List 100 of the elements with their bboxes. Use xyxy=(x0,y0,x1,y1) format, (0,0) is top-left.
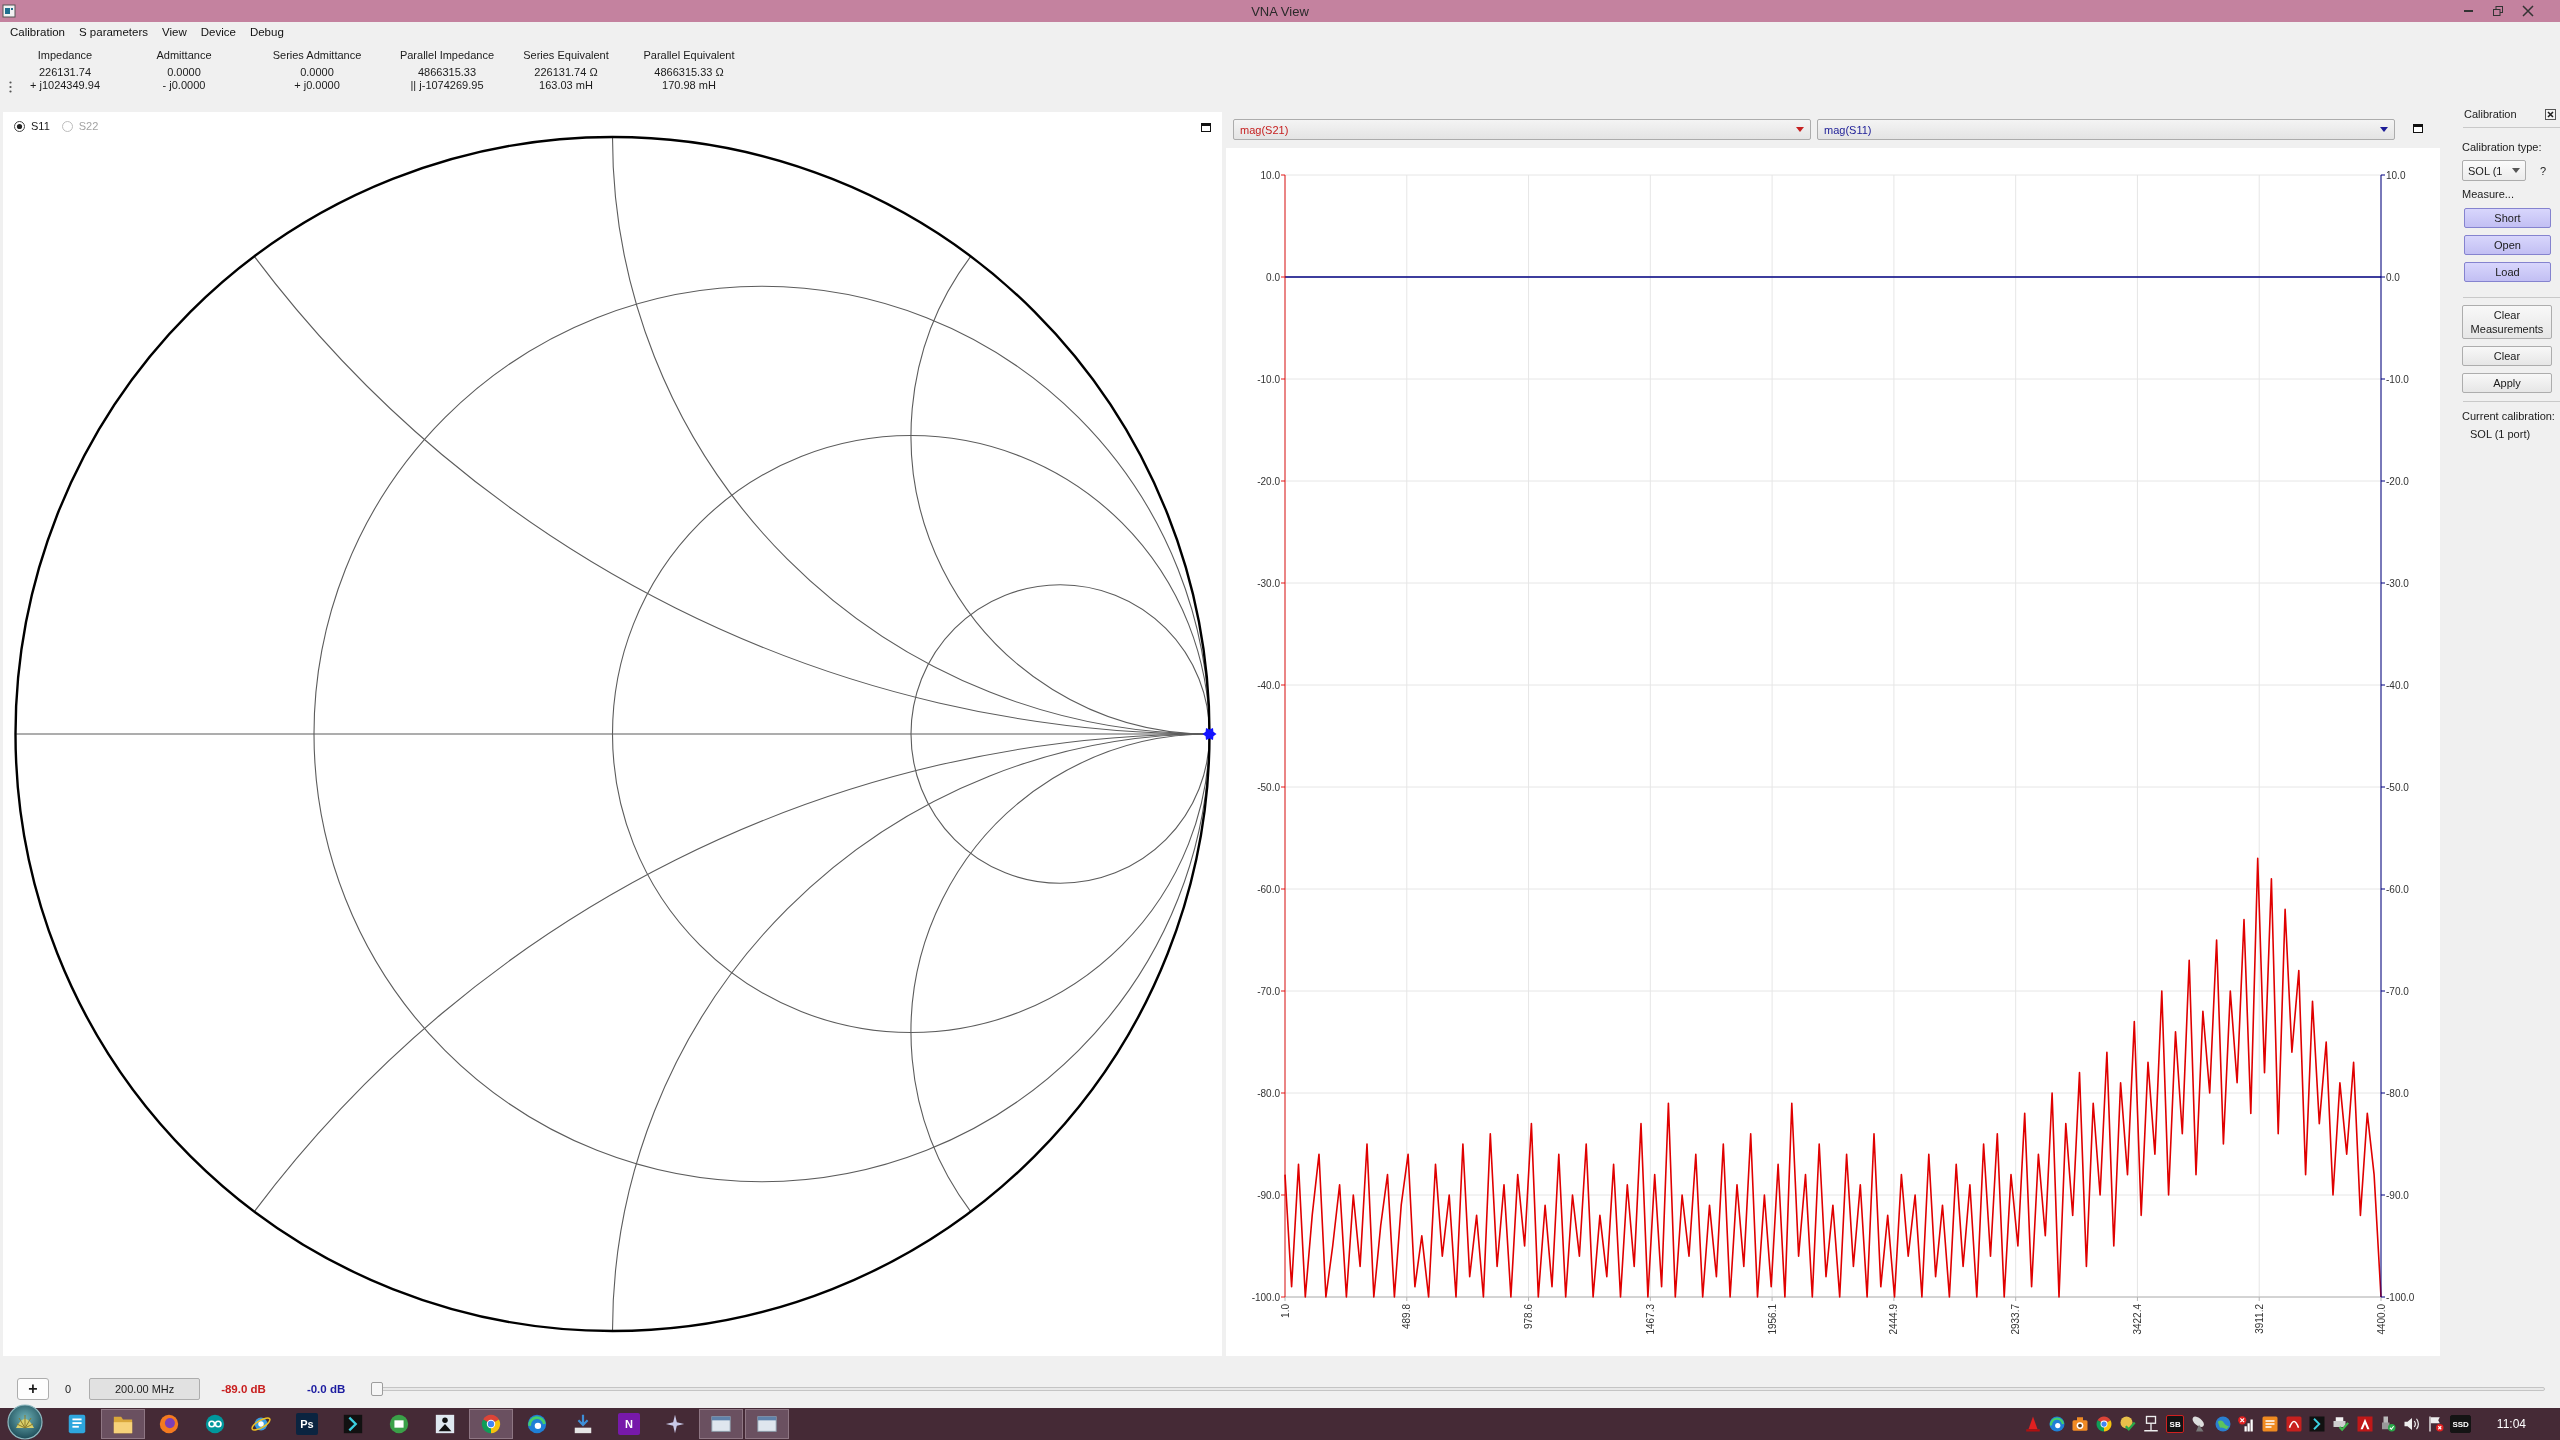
readout-heading: Parallel Impedance xyxy=(399,48,495,62)
readout-value: + j1024349.94 xyxy=(29,79,100,92)
person-tile-icon[interactable] xyxy=(434,1413,456,1435)
field-label: Calibration type: xyxy=(2462,140,2543,154)
trace-reading: -0.0 dB xyxy=(306,1383,346,1395)
menu-item[interactable]: Debug xyxy=(249,24,284,40)
globe-icon[interactable] xyxy=(2213,1415,2232,1433)
window-title: VNA View xyxy=(1251,3,1309,19)
close-icon xyxy=(2523,6,2533,16)
menu-item[interactable]: View xyxy=(162,24,187,40)
trace-select[interactable]: mag(S11) xyxy=(1817,119,2395,140)
x-tick-label: 2933.7 xyxy=(2010,1304,2022,1335)
caret-icon xyxy=(2512,168,2520,173)
network-icon[interactable] xyxy=(2142,1415,2161,1433)
x-tick-label: 2444.9 xyxy=(1888,1304,1900,1335)
ring-disc-icon[interactable] xyxy=(2047,1415,2066,1433)
start-button[interactable] xyxy=(6,1404,44,1440)
action-button[interactable]: Apply xyxy=(2462,373,2552,393)
printer-check-icon[interactable] xyxy=(2331,1415,2350,1433)
signal-error-icon[interactable] xyxy=(2237,1415,2256,1433)
readout-heading: Impedance xyxy=(37,48,93,62)
minimize-icon xyxy=(2463,10,2473,12)
y-tick-label: 10.0 xyxy=(1260,169,1280,181)
window-icon[interactable] xyxy=(2413,124,2423,133)
volume-icon[interactable] xyxy=(2403,1415,2422,1433)
calibration-value: SOL (1 port) xyxy=(2470,427,2532,441)
document-icon[interactable] xyxy=(2260,1415,2279,1433)
drag-handle-icon[interactable] xyxy=(8,81,12,93)
download-icon[interactable] xyxy=(572,1413,594,1435)
y-tick-label: -40.0 xyxy=(2386,679,2409,691)
calibration-type-select[interactable]: SOL (1 xyxy=(2462,160,2526,181)
slider-thumb[interactable] xyxy=(371,1382,384,1396)
arch-tile-icon[interactable] xyxy=(2284,1415,2303,1433)
tray-logo[interactable]: SSD xyxy=(2450,1415,2471,1433)
x-tick-label: 1956.1 xyxy=(1766,1304,1778,1335)
action-button[interactable]: Clear Measurements xyxy=(2462,305,2552,339)
y-tick-label: -30.0 xyxy=(1257,577,1280,589)
taskbar-button[interactable]: N xyxy=(607,1409,651,1439)
y-tick-label: -70.0 xyxy=(1257,985,1280,997)
camera-icon[interactable] xyxy=(2071,1415,2090,1433)
app-logo: Ps xyxy=(296,1413,318,1435)
readout-value: 4866315.33 Ω xyxy=(654,66,724,79)
measure-button[interactable]: Short xyxy=(2464,208,2551,228)
y-tick-label: -100.0 xyxy=(2386,1291,2415,1303)
field-label: Current calibration: xyxy=(2462,409,2552,423)
action-button[interactable]: Clear xyxy=(2462,346,2552,366)
check-badge-icon[interactable] xyxy=(2118,1415,2137,1433)
readout-value: 0.0000 xyxy=(167,66,201,79)
y-tick-label: -10.0 xyxy=(2386,373,2409,385)
y-tick-label: -30.0 xyxy=(2386,577,2409,589)
x-tick-label: 4400.0 xyxy=(2375,1304,2387,1335)
trace-reading: -89.0 dB xyxy=(221,1383,266,1395)
add-marker-button[interactable]: + xyxy=(17,1378,49,1400)
usb-check-icon[interactable] xyxy=(2379,1415,2398,1433)
readout-value: || j-1074269.95 xyxy=(410,79,484,92)
triangle-tile-icon[interactable] xyxy=(2355,1415,2374,1433)
window-icon[interactable] xyxy=(1201,123,1211,132)
tray-logo[interactable]: SB xyxy=(2166,1415,2185,1433)
document-icon[interactable] xyxy=(66,1413,88,1435)
section-label: Measure... xyxy=(2462,187,2515,201)
taskbar-button[interactable]: Ps xyxy=(285,1409,329,1439)
y-tick-label: -60.0 xyxy=(2386,883,2409,895)
y-tick-label: -80.0 xyxy=(1257,1087,1280,1099)
measure-button[interactable]: Open xyxy=(2464,235,2551,255)
clock-label[interactable]: 11:04 xyxy=(2496,1417,2526,1431)
y-tick-label: -90.0 xyxy=(1257,1189,1280,1201)
menu-item[interactable]: S parameters xyxy=(79,24,148,40)
readout-value: 4866315.33 xyxy=(417,66,477,79)
infinity-icon[interactable] xyxy=(204,1413,226,1435)
fan-orb-icon xyxy=(7,1404,43,1440)
wheel-icon[interactable] xyxy=(2095,1415,2114,1433)
chevron-icon[interactable] xyxy=(342,1413,364,1435)
help-label: ? xyxy=(2540,163,2547,178)
frequency-field[interactable]: 200.00 MHz xyxy=(89,1378,201,1400)
measure-button[interactable]: Load xyxy=(2464,262,2551,282)
x-tick-label: 3911.2 xyxy=(2253,1304,2265,1334)
menu-item[interactable]: Device xyxy=(200,24,236,40)
orb-icon[interactable] xyxy=(158,1413,180,1435)
x-tick-label: 1467.3 xyxy=(1644,1304,1656,1335)
readout-heading: Series Admittance xyxy=(272,48,362,62)
app-icon[interactable] xyxy=(3,5,15,17)
dock-title: Calibration xyxy=(2464,108,2517,120)
chevron-icon[interactable] xyxy=(2308,1415,2327,1433)
readout-value: 170.98 mH xyxy=(662,79,716,92)
y-tick-label: -20.0 xyxy=(2386,475,2409,487)
menu-item[interactable]: Calibration xyxy=(10,24,65,40)
trace-select[interactable]: mag(S21) xyxy=(1233,119,1811,140)
frequency-slider[interactable] xyxy=(371,1382,2545,1396)
radio-button[interactable]: S11 xyxy=(14,120,50,133)
flag-error-icon[interactable] xyxy=(2426,1415,2445,1433)
readout-value: 163.03 mH xyxy=(539,79,593,92)
close-icon[interactable] xyxy=(2545,108,2556,120)
ring-disc-icon[interactable] xyxy=(526,1413,548,1435)
y-tick-label: -50.0 xyxy=(1257,781,1280,793)
disc-icon[interactable] xyxy=(388,1413,410,1435)
y-tick-label: -70.0 xyxy=(2386,985,2409,997)
readout-heading: Admittance xyxy=(156,48,212,62)
x-tick-label: 1.0 xyxy=(1279,1304,1291,1318)
wheel-icon[interactable] xyxy=(480,1413,502,1435)
restore-icon xyxy=(2493,6,2503,16)
